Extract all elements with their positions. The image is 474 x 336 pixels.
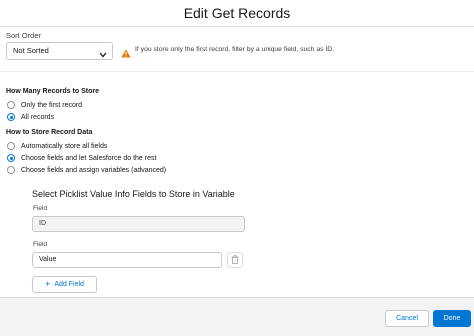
radio-button[interactable] xyxy=(7,142,15,150)
radio-only-first-record[interactable]: Only the first record xyxy=(7,100,82,110)
sort-order-label: Sort Order xyxy=(6,31,42,40)
radio-label: Choose fields and assign variables (adva… xyxy=(21,166,167,174)
plus-icon: + xyxy=(45,279,51,289)
add-field-button[interactable]: + Add Field xyxy=(32,276,97,293)
add-field-label: Add Field xyxy=(54,281,84,288)
radio-store-all-fields[interactable]: Automatically store all fields xyxy=(7,141,107,151)
record-data-title: How to Store Record Data xyxy=(6,129,93,136)
radio-label: All records xyxy=(21,113,55,121)
radio-label: Choose fields and let Salesforce do the … xyxy=(21,154,157,162)
sort-order-select[interactable]: Not Sorted xyxy=(6,42,113,60)
trash-icon xyxy=(231,251,239,269)
sort-order-value: Not Sorted xyxy=(13,46,49,55)
cancel-button[interactable]: Cancel xyxy=(385,310,429,327)
chevron-down-icon xyxy=(99,48,107,64)
picklist-section-title: Select Picklist Value Info Fields to Sto… xyxy=(32,189,235,199)
radio-button[interactable] xyxy=(7,166,15,174)
sort-warning-text: If you store only the first record, filt… xyxy=(135,46,335,53)
field-label: Field xyxy=(33,241,48,248)
warning-icon xyxy=(121,45,131,63)
dialog-title: Edit Get Records xyxy=(183,5,291,21)
section-divider xyxy=(0,71,474,72)
radio-button[interactable] xyxy=(7,113,15,121)
field-value-input[interactable]: Value xyxy=(32,252,222,268)
done-button[interactable]: Done xyxy=(433,310,471,327)
dialog-footer: Cancel Done xyxy=(0,297,474,336)
dialog-header: Edit Get Records xyxy=(0,0,474,27)
dialog-body: Sort Order Not Sorted If you store only … xyxy=(0,27,474,297)
radio-button[interactable] xyxy=(7,101,15,109)
radio-label: Automatically store all fields xyxy=(21,142,108,150)
radio-label: Only the first record xyxy=(21,101,83,109)
radio-all-records[interactable]: All records xyxy=(7,112,54,122)
field-id-input[interactable]: ID xyxy=(32,216,245,232)
field-label: Field xyxy=(33,205,48,212)
delete-field-button[interactable] xyxy=(227,252,243,268)
radio-choose-fields-salesforce[interactable]: Choose fields and let Salesforce do the … xyxy=(7,153,156,163)
radio-choose-fields-advanced[interactable]: Choose fields and assign variables (adva… xyxy=(7,165,166,175)
records-to-store-title: How Many Records to Store xyxy=(6,88,99,95)
radio-button[interactable] xyxy=(7,154,15,162)
